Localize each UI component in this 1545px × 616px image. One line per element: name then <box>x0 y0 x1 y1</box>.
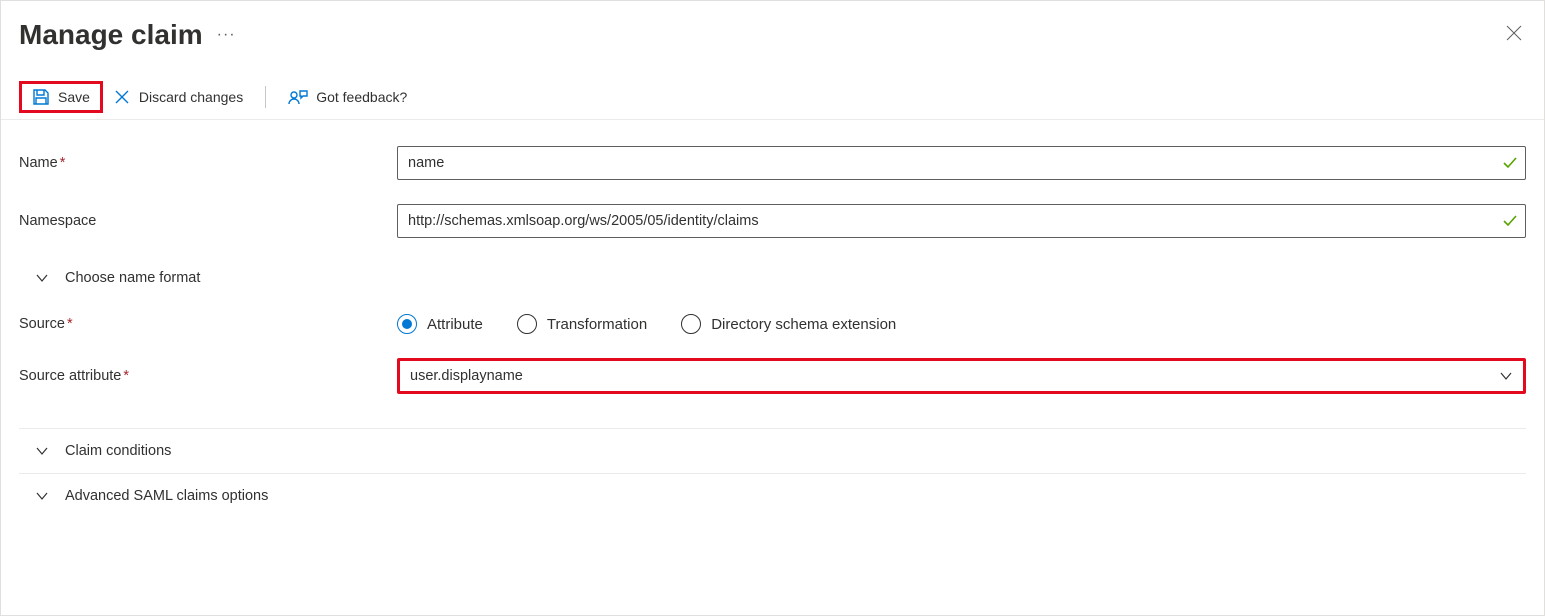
check-icon <box>1502 155 1518 171</box>
chevron-down-icon <box>35 271 49 285</box>
radio-icon <box>397 314 417 334</box>
discard-icon <box>113 88 131 106</box>
radio-directory-schema-extension[interactable]: Directory schema extension <box>681 314 896 334</box>
required-indicator: * <box>60 155 66 171</box>
feedback-label: Got feedback? <box>316 89 407 105</box>
radio-icon <box>517 314 537 334</box>
source-attribute-value: user.displayname <box>410 368 523 384</box>
save-button[interactable]: Save <box>19 81 103 113</box>
choose-name-format-label: Choose name format <box>65 270 200 286</box>
row-source-attribute: Source attribute* user.displayname <box>19 358 1526 394</box>
toolbar: Save Discard changes Got feedback? <box>1 81 1544 120</box>
source-attribute-dropdown[interactable]: user.displayname <box>397 358 1526 394</box>
claim-conditions-label: Claim conditions <box>65 443 171 459</box>
label-name: Name* <box>19 155 397 171</box>
save-icon <box>32 88 50 106</box>
discard-label: Discard changes <box>139 89 243 105</box>
save-label: Save <box>58 89 90 105</box>
row-name: Name* <box>19 146 1526 180</box>
row-namespace: Namespace <box>19 204 1526 238</box>
radio-icon <box>681 314 701 334</box>
label-source: Source* <box>19 316 397 332</box>
page-title: Manage claim <box>19 19 203 51</box>
chevron-down-icon <box>1499 369 1513 383</box>
advanced-saml-label: Advanced SAML claims options <box>65 488 268 504</box>
choose-name-format-expander[interactable]: Choose name format <box>35 262 1526 294</box>
namespace-input[interactable] <box>397 204 1526 238</box>
check-icon <box>1502 213 1518 229</box>
label-source-attribute: Source attribute* <box>19 368 397 384</box>
feedback-icon <box>288 88 308 106</box>
label-namespace: Namespace <box>19 213 397 229</box>
close-button[interactable] <box>1502 21 1526 49</box>
claim-conditions-expander[interactable]: Claim conditions <box>19 428 1526 473</box>
toolbar-separator <box>265 86 266 108</box>
required-indicator: * <box>123 368 129 384</box>
radio-attribute[interactable]: Attribute <box>397 314 483 334</box>
radio-transformation[interactable]: Transformation <box>517 314 647 334</box>
feedback-button[interactable]: Got feedback? <box>278 84 417 110</box>
advanced-saml-expander[interactable]: Advanced SAML claims options <box>19 473 1526 518</box>
source-radio-group: Attribute Transformation Directory schem… <box>397 314 1526 334</box>
header-row: Manage claim ··· <box>19 19 1526 51</box>
name-input[interactable] <box>397 146 1526 180</box>
chevron-down-icon <box>35 444 49 458</box>
required-indicator: * <box>67 316 73 332</box>
chevron-down-icon <box>35 489 49 503</box>
discard-button[interactable]: Discard changes <box>103 84 253 110</box>
more-icon[interactable]: ··· <box>217 26 236 44</box>
row-source: Source* Attribute Transformation Directo… <box>19 314 1526 334</box>
